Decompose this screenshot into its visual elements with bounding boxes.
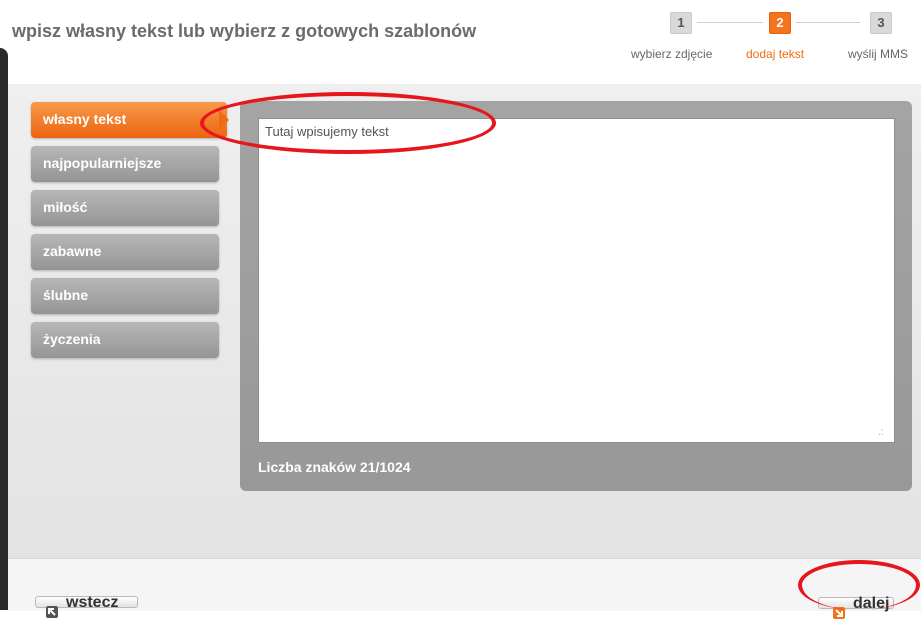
tab-najpopularniejsze[interactable]: najpopularniejsze [31,146,219,182]
resize-grip-icon[interactable]: .: [878,427,884,438]
annotation-ellipse-next-button [798,560,920,610]
step-connector [697,22,763,23]
step-indicator: 1 2 3 wybierz zdjęcie dodaj tekst wyślij… [0,0,921,84]
step-2-number: 2 [769,12,791,34]
back-button[interactable]: wstecz [35,594,138,618]
annotation-ellipse-textarea [200,92,496,154]
step-1-label: wybierz zdjęcie [631,47,713,61]
step-connector [796,22,860,23]
char-count: Liczba znaków 21/1024 [258,459,411,475]
tab-slubne[interactable]: ślubne [31,278,219,314]
tab-milosc[interactable]: miłość [31,190,219,226]
tab-zabawne[interactable]: zabawne [31,234,219,270]
tab-wlasny-tekst[interactable]: własny tekst [31,102,227,138]
header: wpisz własny tekst lub wybierz z gotowyc… [0,0,921,84]
tab-zyczenia[interactable]: życzenia [31,322,219,358]
step-2-label: dodaj tekst [746,47,805,61]
back-arrow-icon [46,606,58,618]
footer-bar [8,558,921,611]
step-3-number: 3 [870,12,892,34]
back-button-label: wstecz [66,594,119,611]
step-1-number: 1 [670,12,692,34]
step-3-label: wyślij MMS [848,47,908,61]
window-edge [0,48,8,610]
message-textarea[interactable]: Tutaj wpisujemy tekst [258,118,895,443]
